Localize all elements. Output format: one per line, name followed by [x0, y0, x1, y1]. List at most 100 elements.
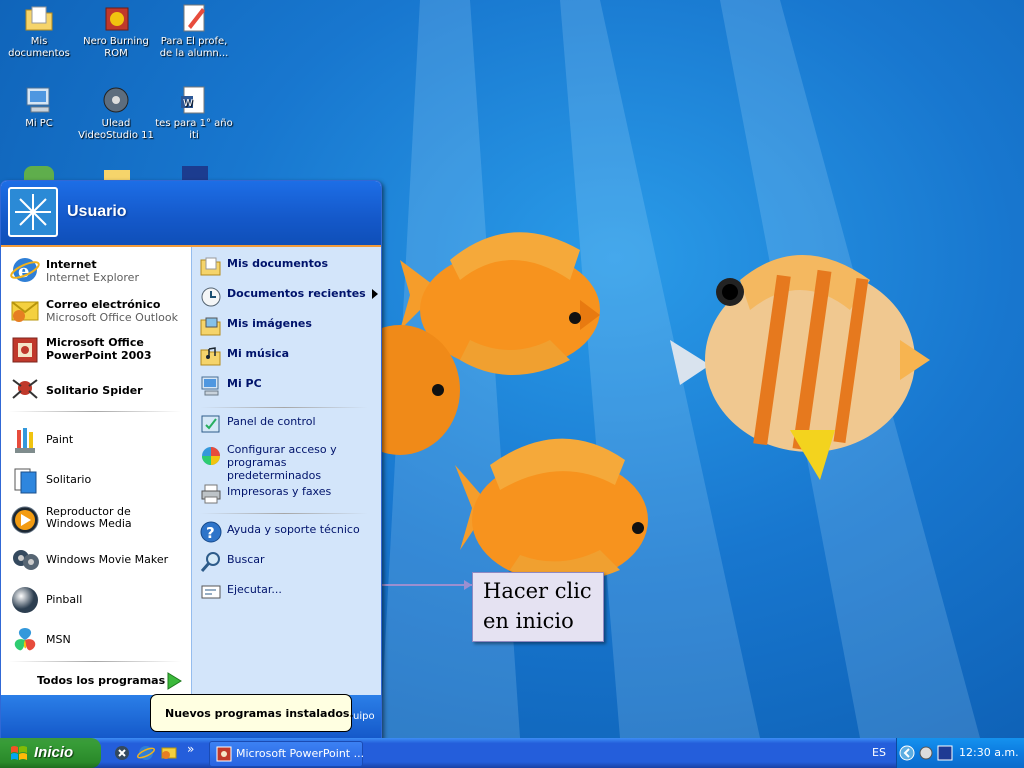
item-title: Paint [46, 433, 74, 446]
computer-icon [200, 375, 222, 397]
item-title: Ejecutar... [227, 583, 282, 596]
internet-explorer-icon: e [9, 254, 41, 286]
pinned-item-internet[interactable]: e Internet Internet Explorer [9, 251, 185, 287]
control-panel-icon [200, 413, 222, 435]
all-programs-button[interactable]: Todos los programas [37, 671, 187, 691]
powerpoint-icon [9, 334, 41, 366]
right-item-mi-musica[interactable]: Mi música [200, 343, 378, 367]
desktop-icon-nero[interactable]: Nero Burning ROM [77, 2, 155, 60]
right-item-impresoras[interactable]: Impresoras y faxes [200, 481, 378, 505]
desktop-icon-para-el-profe[interactable]: Para El profe, de la alumn... [155, 2, 233, 60]
item-subtitle: Internet Explorer [46, 271, 139, 284]
outlook-icon [9, 294, 41, 326]
taskbar: Inicio » Microsoft PowerPoint ... ES 12:… [0, 738, 1024, 768]
ulead-icon [100, 84, 132, 116]
right-item-buscar[interactable]: Buscar [200, 549, 378, 573]
paint-icon [9, 424, 41, 456]
media-player-icon [9, 504, 41, 536]
item-title: Reproductor de Windows Media [46, 505, 132, 530]
spider-solitaire-icon [9, 374, 41, 406]
right-item-configurar-acceso[interactable]: Configurar acceso y programas predetermi… [200, 441, 378, 482]
right-item-ejecutar[interactable]: Ejecutar... [200, 579, 378, 603]
desktop-icon-label: tes para 1° año iti [155, 118, 233, 141]
new-programs-balloon[interactable]: Nuevos programas instalados. [150, 694, 354, 732]
paint-document-icon [178, 2, 210, 34]
all-programs-label: Todos los programas [37, 674, 166, 687]
quick-launch-close-icon[interactable] [114, 745, 130, 761]
user-avatar[interactable] [8, 187, 58, 237]
recent-item-pinball[interactable]: Pinball [9, 581, 185, 617]
desktop-icon-mis-documentos[interactable]: Mis documentos [0, 2, 78, 60]
item-title: Pinball [46, 593, 83, 606]
item-title: Mi PC [227, 377, 262, 390]
item-title: Impresoras y faxes [227, 485, 332, 498]
default-programs-icon [200, 445, 222, 467]
windows-logo-icon [11, 746, 27, 760]
pinned-item-correo[interactable]: Correo electrónico Microsoft Office Outl… [9, 291, 185, 327]
folder-pictures-icon [200, 315, 222, 337]
tray-app-icon[interactable] [937, 745, 953, 761]
right-item-mis-documentos[interactable]: Mis documentos [200, 253, 378, 277]
tray-expand-icon[interactable] [899, 745, 915, 761]
pinned-item-powerpoint[interactable]: Microsoft Office PowerPoint 2003 [9, 331, 185, 367]
item-title: Ayuda y soporte técnico [227, 523, 360, 536]
solitaire-icon [9, 464, 41, 496]
right-item-ayuda[interactable]: ? Ayuda y soporte técnico [200, 519, 378, 543]
recent-item-media-player[interactable]: Reproductor de Windows Media [9, 501, 185, 537]
right-item-documentos-recientes[interactable]: Documentos recientes [200, 283, 378, 307]
desktop-icon-tes-para[interactable]: W tes para 1° año iti [155, 84, 233, 142]
user-name: Usuario [67, 203, 127, 220]
item-subtitle: Microsoft Office Outlook [46, 311, 178, 324]
recent-item-paint[interactable]: Paint [9, 421, 185, 457]
partial-desktop-icon[interactable] [182, 166, 208, 180]
instruction-callout: Hacer clic en inicio [472, 572, 604, 642]
item-title: Mis imágenes [227, 317, 312, 330]
item-title: Documentos recientes [227, 287, 366, 300]
start-button[interactable]: Inicio [0, 738, 101, 768]
right-item-panel-de-control[interactable]: Panel de control [200, 411, 378, 435]
item-title: Microsoft Office PowerPoint 2003 [46, 336, 152, 362]
bottom-partial-label[interactable]: uipo [353, 711, 375, 722]
printer-icon [200, 483, 222, 505]
right-item-mis-imagenes[interactable]: Mis imágenes [200, 313, 378, 337]
pinned-item-solitario-spider[interactable]: Solitario Spider [9, 371, 185, 407]
folder-documents-icon [23, 2, 55, 34]
separator [9, 411, 181, 412]
quick-launch-ie-icon[interactable] [137, 744, 155, 762]
language-indicator[interactable]: ES [872, 746, 886, 759]
recent-item-solitario[interactable]: Solitario [9, 461, 185, 497]
desktop-icon-mi-pc[interactable]: Mi PC [0, 84, 78, 130]
tray-network-icon[interactable] [918, 745, 934, 761]
desktop-icon-label: Mis documentos [8, 36, 70, 59]
tropical-fish-image [380, 232, 930, 583]
item-title: Configurar acceso y programas predetermi… [227, 443, 337, 482]
start-menu: Usuario e Internet Internet Explorer Cor… [0, 180, 382, 740]
powerpoint-icon [216, 746, 232, 762]
svg-text:?: ? [206, 524, 215, 542]
item-title: Windows Movie Maker [46, 553, 169, 566]
start-menu-header: Usuario [1, 181, 381, 247]
item-title: Panel de control [227, 415, 316, 428]
desktop-icon-label: Nero Burning ROM [83, 36, 149, 59]
right-item-mi-pc[interactable]: Mi PC [200, 373, 378, 397]
recent-item-movie-maker[interactable]: Windows Movie Maker [9, 541, 185, 577]
desktop-icon-ulead[interactable]: Ulead VideoStudio 11 [77, 84, 155, 142]
desktop-icon-label: Mi PC [25, 118, 53, 129]
balloon-text: Nuevos programas instalados. [165, 707, 354, 720]
system-tray: 12:30 a.m. [896, 738, 1024, 768]
partial-desktop-icon[interactable] [24, 166, 54, 180]
separator [200, 407, 368, 408]
start-menu-left-pane: e Internet Internet Explorer Correo elec… [1, 247, 191, 695]
recent-item-msn[interactable]: MSN [9, 621, 185, 657]
quick-launch-outlook-icon[interactable] [160, 744, 178, 762]
item-title: Internet [46, 258, 97, 271]
folder-music-icon [200, 345, 222, 367]
quick-launch-overflow[interactable]: » [187, 742, 194, 756]
clock[interactable]: 12:30 a.m. [959, 746, 1019, 759]
msn-icon [9, 624, 41, 656]
partial-desktop-icon[interactable] [104, 170, 130, 180]
help-icon: ? [200, 521, 222, 543]
taskbar-item-powerpoint[interactable]: Microsoft PowerPoint ... [209, 741, 364, 767]
separator [200, 513, 368, 514]
green-arrow-icon [165, 671, 183, 694]
